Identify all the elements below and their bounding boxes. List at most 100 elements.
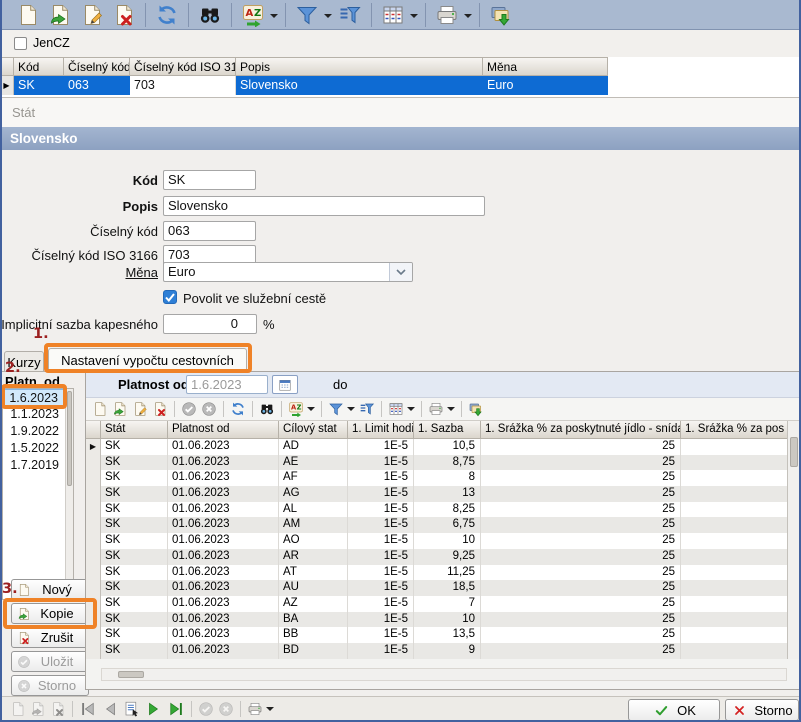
record-list-icon[interactable]	[123, 700, 141, 718]
grid-cell[interactable]: AT	[279, 565, 348, 581]
refresh-icon[interactable]	[155, 3, 179, 27]
print-dropdown-arrow[interactable]	[464, 14, 472, 22]
combo-dropdown-button[interactable]	[389, 263, 412, 281]
platnost-date-item[interactable]: 1.1.2023	[3, 406, 73, 423]
print-icon[interactable]	[428, 401, 444, 417]
table-row[interactable]: SK01.06.2023AR1E-59,2525	[86, 549, 788, 565]
table-row[interactable]: ▶SK01.06.2023AD1E-510,525	[86, 439, 788, 455]
grid-cell[interactable]: 1E-5	[348, 517, 414, 533]
grid-cell[interactable]: 25	[481, 627, 681, 643]
filter-dropdown-arrow[interactable]	[324, 14, 332, 22]
grid-hscrollbar[interactable]	[101, 668, 787, 681]
columns-icon[interactable]	[381, 3, 405, 27]
grid-cell[interactable]: 1E-5	[348, 502, 414, 518]
grid-cell[interactable]	[681, 627, 788, 643]
grid-cell[interactable]: 25	[481, 533, 681, 549]
grid-cell[interactable]	[681, 502, 788, 518]
columns-dropdown-arrow[interactable]	[410, 14, 418, 22]
accept-icon[interactable]	[181, 401, 197, 417]
grid-cell[interactable]: 25	[481, 565, 681, 581]
grid-column-header[interactable]: Stát	[101, 421, 168, 439]
grid-cell[interactable]: 13,5	[414, 627, 481, 643]
print-icon[interactable]	[435, 3, 459, 27]
sazba-field[interactable]: 0	[163, 314, 257, 334]
scrollbar-thumb[interactable]	[118, 671, 144, 678]
platnost-date-item[interactable]: 1.6.2023	[3, 389, 73, 406]
cell-ciselny-kod[interactable]: 063	[64, 76, 130, 95]
table-row[interactable]: SK01.06.2023AF1E-5825	[86, 470, 788, 486]
grid-cell[interactable]: AZ	[279, 596, 348, 612]
grid-cell[interactable]: 25	[481, 455, 681, 471]
calendar-button[interactable]	[272, 375, 298, 394]
grid-cell[interactable]: AM	[279, 517, 348, 533]
grid-cell[interactable]: 1E-5	[348, 627, 414, 643]
find-icon[interactable]	[259, 401, 275, 417]
grid-cell[interactable]: 01.06.2023	[168, 455, 279, 471]
table-row[interactable]: SK01.06.2023BD1E-5925	[86, 643, 788, 659]
export-icon[interactable]	[489, 3, 513, 27]
grid-cell[interactable]: 01.06.2023	[168, 502, 279, 518]
table-row[interactable]: SK01.06.2023AZ1E-5725	[86, 596, 788, 612]
grid-cell[interactable]: SK	[101, 470, 168, 486]
sort-dropdown-arrow[interactable]	[270, 14, 278, 22]
columns-dropdown-arrow[interactable]	[407, 407, 415, 415]
table-row[interactable]: SK01.06.2023BA1E-51025	[86, 612, 788, 628]
grid-cell[interactable]: 01.06.2023	[168, 565, 279, 581]
grid-cell[interactable]: SK	[101, 627, 168, 643]
scrollbar-thumb[interactable]	[67, 391, 72, 486]
grid-cell[interactable]: 01.06.2023	[168, 533, 279, 549]
find-icon[interactable]	[198, 3, 222, 27]
grid-cell[interactable]: 1E-5	[348, 533, 414, 549]
table-row[interactable]: SK01.06.2023AL1E-58,2525	[86, 502, 788, 518]
grid-cell[interactable]	[681, 470, 788, 486]
grid-cell[interactable]: AE	[279, 455, 348, 471]
sort-dropdown-arrow[interactable]	[307, 407, 315, 415]
grid-cell[interactable]: 1E-5	[348, 643, 414, 659]
grid-cell[interactable]: 25	[481, 612, 681, 628]
grid-cell[interactable]: SK	[101, 596, 168, 612]
grid-cell[interactable]: SK	[101, 533, 168, 549]
grid-cell[interactable]: 8,75	[414, 455, 481, 471]
first-record-icon[interactable]	[79, 700, 97, 718]
platnost-date-item[interactable]: 1.5.2022	[3, 440, 73, 457]
cell-mena[interactable]: Euro	[483, 76, 608, 95]
grid-cell[interactable]	[681, 517, 788, 533]
last-record-icon[interactable]	[167, 700, 185, 718]
copy-icon[interactable]	[48, 3, 72, 27]
grid-cell[interactable]: 01.06.2023	[168, 580, 279, 596]
new-icon[interactable]	[16, 3, 40, 27]
delete-icon[interactable]	[112, 3, 136, 27]
grid-cell[interactable]: 1E-5	[348, 596, 414, 612]
grid-cell[interactable]: 01.06.2023	[168, 643, 279, 659]
grid-cell[interactable]: 1E-5	[348, 455, 414, 471]
sort-az-icon[interactable]	[288, 401, 304, 417]
mena-label[interactable]: Měna	[0, 265, 158, 280]
table-row[interactable]: SK01.06.2023AM1E-56,7525	[86, 517, 788, 533]
table-row[interactable]: SK01.06.2023AE1E-58,7525	[86, 455, 788, 471]
grid-cell[interactable]: SK	[101, 580, 168, 596]
grid-cell[interactable]	[681, 643, 788, 659]
grid-cell[interactable]: 9	[414, 643, 481, 659]
grid-cell[interactable]: 25	[481, 470, 681, 486]
grid-cell[interactable]: 25	[481, 439, 681, 455]
new-icon[interactable]	[92, 401, 108, 417]
grid-cell[interactable]: 01.06.2023	[168, 612, 279, 628]
grid-cell[interactable]: 01.06.2023	[168, 439, 279, 455]
grid-cell[interactable]: AF	[279, 470, 348, 486]
grid-column-header[interactable]: Cílový stat	[279, 421, 348, 439]
grid-cell[interactable]: 25	[481, 596, 681, 612]
platnost-date-item[interactable]: 1.7.2019	[3, 457, 73, 474]
grid-cell[interactable]: SK	[101, 612, 168, 628]
ciselny-kod-field[interactable]: 063	[163, 221, 256, 241]
grid-cell[interactable]: AO	[279, 533, 348, 549]
grid-cell[interactable]: 9,25	[414, 549, 481, 565]
grid-cell[interactable]: 25	[481, 502, 681, 518]
grid-cell[interactable]: 1E-5	[348, 612, 414, 628]
grid-cell[interactable]: 25	[481, 580, 681, 596]
previous-record-icon[interactable]	[101, 700, 119, 718]
grid-cell[interactable]: SK	[101, 502, 168, 518]
grid-cell[interactable]: 8	[414, 470, 481, 486]
grid-cell[interactable]: 6,75	[414, 517, 481, 533]
grid-cell[interactable]: BA	[279, 612, 348, 628]
mena-combo[interactable]: Euro	[163, 262, 413, 282]
